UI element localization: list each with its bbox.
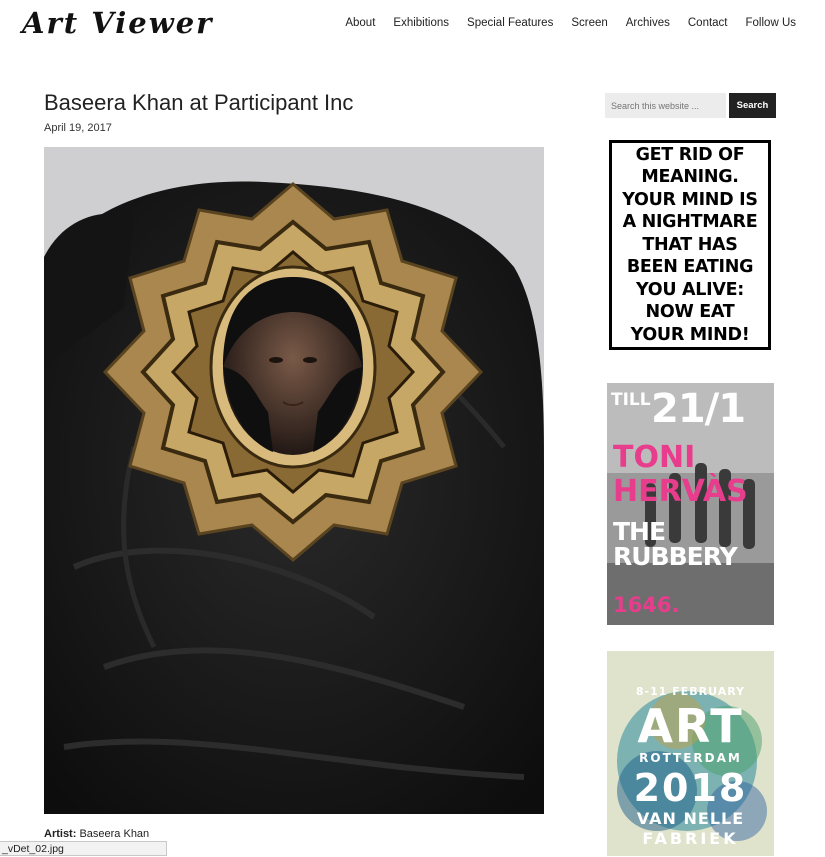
post-date: April 19, 2017 bbox=[44, 122, 112, 134]
ad-artist-last: HERVÀS bbox=[613, 474, 748, 509]
search-input[interactable] bbox=[605, 93, 726, 118]
ad-art-word: ART bbox=[637, 699, 744, 753]
ad-poster-text: GET RID OF MEANING. YOUR MIND IS A NIGHT… bbox=[622, 144, 758, 345]
artwork-illustration bbox=[44, 147, 544, 814]
post-title[interactable]: Baseera Khan at Participant Inc bbox=[44, 90, 353, 116]
ad-artist-first: TONI bbox=[613, 440, 696, 475]
ad-art-venue-1: VAN NELLE bbox=[636, 809, 745, 828]
ad-art-year: 2018 bbox=[633, 766, 748, 810]
nav-exhibitions[interactable]: Exhibitions bbox=[393, 17, 449, 29]
nav-screen[interactable]: Screen bbox=[571, 17, 607, 29]
ad-show-title: THE RUBBERY bbox=[613, 517, 738, 571]
ad-art-venue-2: FABRIEK bbox=[642, 829, 739, 848]
artist-label: Artist: bbox=[44, 828, 77, 840]
ad-date: 21/1 bbox=[651, 386, 746, 432]
artist-meta: Artist: Baseera Khan bbox=[44, 828, 149, 840]
ad-art-city: ROTTERDAM bbox=[639, 751, 742, 765]
nav-contact[interactable]: Contact bbox=[688, 17, 728, 29]
sidebar-ad-the-rubbery[interactable]: TILL 21/1 TONI HERVÀS THE RUBBERY 1646. bbox=[607, 383, 774, 625]
artist-name[interactable]: Baseera Khan bbox=[79, 828, 149, 840]
nav-follow-us[interactable]: Follow Us bbox=[746, 17, 796, 29]
ad-venue: 1646. bbox=[613, 593, 680, 617]
ad-till: TILL bbox=[611, 390, 651, 410]
nav-special-features[interactable]: Special Features bbox=[467, 17, 553, 29]
sidebar-ad-text-poster[interactable]: GET RID OF MEANING. YOUR MIND IS A NIGHT… bbox=[609, 140, 771, 350]
site-logo[interactable]: Art Viewer bbox=[22, 6, 213, 40]
browser-status-bar: _vDet_02.jpg bbox=[0, 841, 167, 856]
main-nav: About Exhibitions Special Features Scree… bbox=[345, 17, 796, 29]
sidebar-ad-art-rotterdam[interactable]: 8-11 FEBRUARY ART ROTTERDAM 2018 VAN NEL… bbox=[607, 651, 774, 856]
ad-art-dates: 8-11 FEBRUARY bbox=[635, 685, 746, 698]
artwork-image[interactable] bbox=[44, 147, 544, 814]
nav-about[interactable]: About bbox=[345, 17, 375, 29]
search-button[interactable]: Search bbox=[729, 93, 776, 118]
nav-archives[interactable]: Archives bbox=[626, 17, 670, 29]
